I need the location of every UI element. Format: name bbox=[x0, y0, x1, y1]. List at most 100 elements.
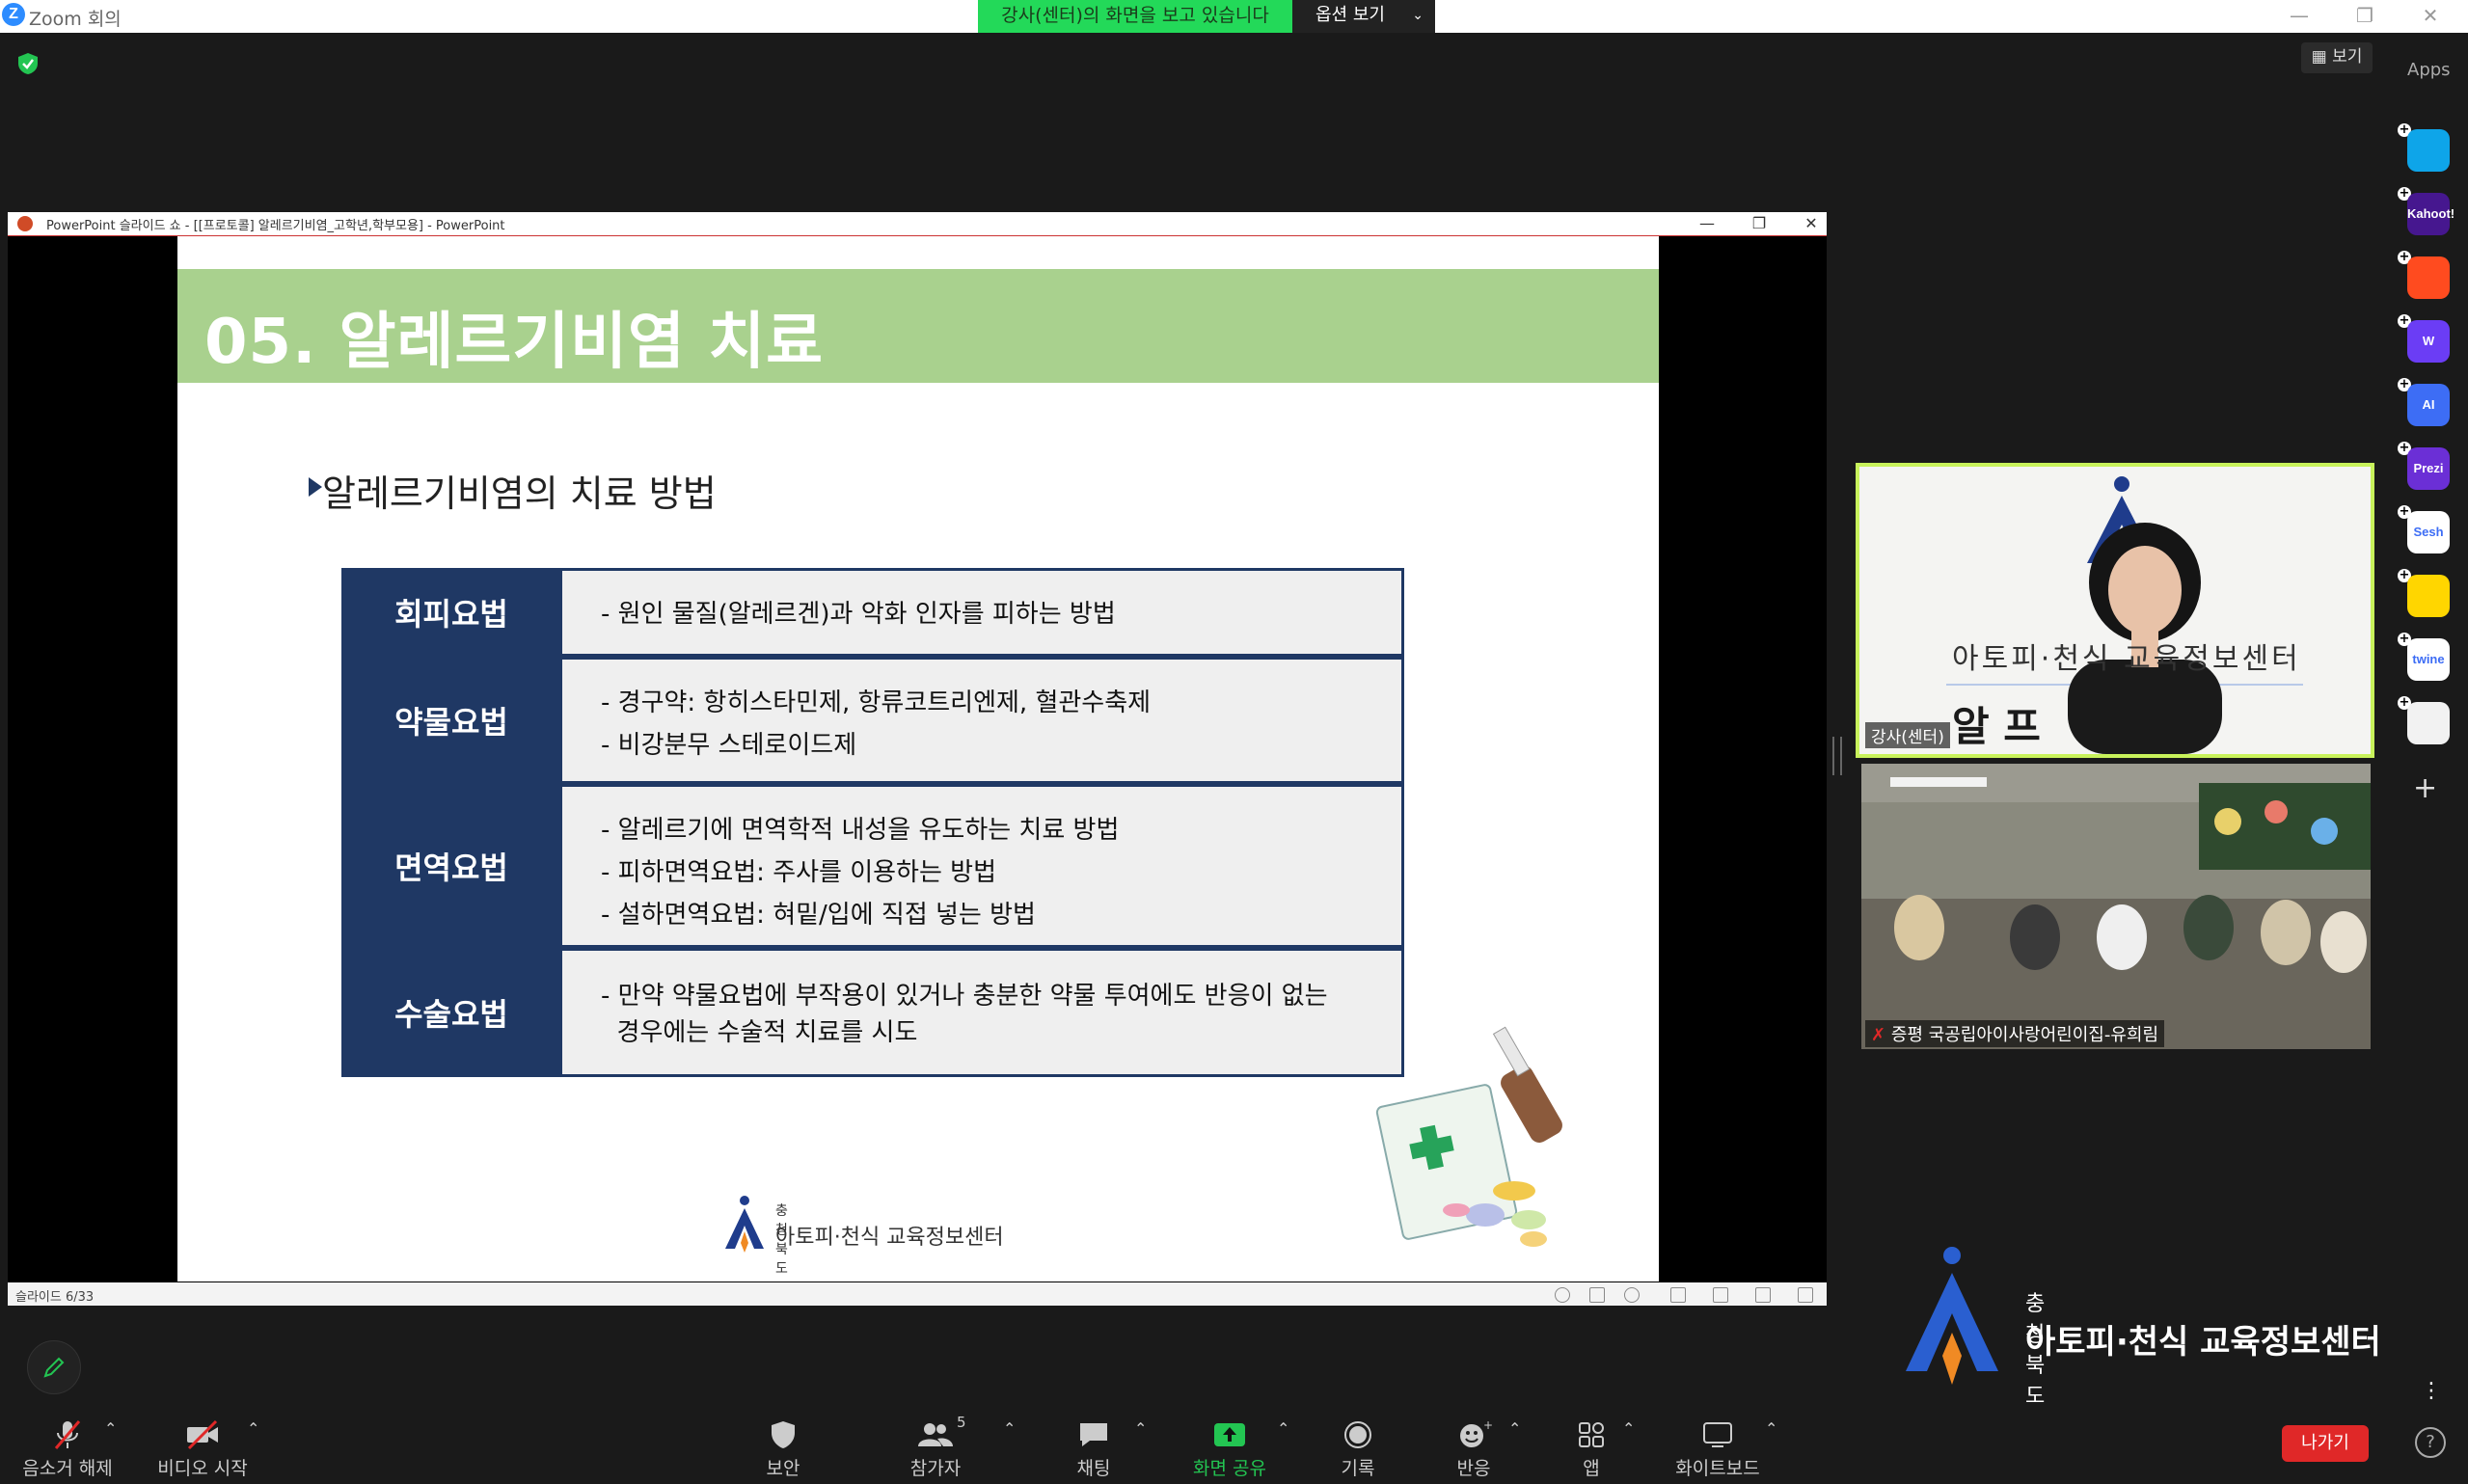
video-options-caret[interactable]: ⌃ bbox=[247, 1419, 259, 1438]
muted-mic-icon bbox=[54, 1420, 81, 1449]
start-video-label: 비디오 시작 bbox=[157, 1458, 248, 1479]
record-label: 기록 bbox=[1341, 1458, 1375, 1479]
powerpoint-title: PowerPoint 슬라이드 쇼 - [[프로토콜] 알레르기비염_고학년,학… bbox=[46, 219, 505, 233]
chat-button[interactable]: 채팅 bbox=[1045, 1404, 1142, 1484]
unmute-button[interactable]: 음소거 해제 bbox=[10, 1404, 125, 1484]
view-button-label: 보기 bbox=[2332, 47, 2363, 67]
app-icon-apps[interactable] bbox=[2407, 702, 2450, 744]
center-logo-icon bbox=[1906, 1247, 1998, 1385]
meeting-toolbar: 음소거 해제 ⌃ 비디오 시작 ⌃ 보안 5 참가자 ⌃ 채팅 ⌃ 화면 공유 … bbox=[0, 1404, 2468, 1484]
annotate-button[interactable] bbox=[27, 1340, 81, 1394]
whiteboard-button[interactable]: 화이트보드 bbox=[1665, 1404, 1771, 1484]
chat-icon bbox=[1080, 1423, 1107, 1446]
app-icon-prezi[interactable]: Prezi bbox=[2407, 447, 2450, 490]
participant-name: 증평 국공립아이사랑어린이집-유희림 bbox=[1890, 1025, 2159, 1045]
whiteboard-icon bbox=[1703, 1422, 1732, 1447]
restore-button[interactable]: ❐ bbox=[2346, 2, 2384, 29]
reactions-button[interactable]: + 반응 bbox=[1425, 1404, 1522, 1484]
apps-button[interactable]: 앱 bbox=[1543, 1404, 1640, 1484]
help-icon[interactable]: ? bbox=[2415, 1427, 2446, 1458]
muted-mic-icon: ✗ bbox=[1871, 1025, 1886, 1045]
share-screen-icon bbox=[1214, 1423, 1245, 1446]
ppt-minimize-button[interactable]: — bbox=[1694, 213, 1721, 234]
ppt-restore-button[interactable]: ❐ bbox=[1746, 213, 1773, 234]
view-options-button[interactable]: 옵션 보기 ⌄ bbox=[1292, 0, 1435, 33]
reactions-label: 반응 bbox=[1456, 1458, 1491, 1479]
close-button[interactable]: ✕ bbox=[2411, 2, 2450, 29]
start-video-button[interactable]: 비디오 시작 bbox=[145, 1404, 260, 1484]
grid-icon: ▦ bbox=[2311, 47, 2327, 67]
row-content: - 만약 약물요법에 부작용이 있거나 충분한 약물 투여에도 반응이 없는 경… bbox=[562, 951, 1401, 1074]
leave-button[interactable]: 나가기 bbox=[2282, 1425, 2369, 1462]
minimize-button[interactable]: — bbox=[2280, 2, 2319, 29]
app-icon-ai[interactable]: AI bbox=[2407, 384, 2450, 426]
apps-icon bbox=[1579, 1422, 1604, 1447]
participants-icon bbox=[918, 1423, 953, 1446]
row-line: 경우에는 수술적 치료를 시도 bbox=[601, 1018, 918, 1047]
app-title: Zoom 회의 bbox=[29, 9, 122, 30]
pen-icon bbox=[43, 1357, 65, 1378]
share-screen-label: 화면 공유 bbox=[1193, 1458, 1266, 1479]
row-line: - 만약 약물요법에 부작용이 있거나 충분한 약물 투여에도 반응이 없는 bbox=[601, 982, 1328, 1011]
slide-title: 05. 알레르기비염 치료 bbox=[204, 307, 824, 378]
slideshow-icon[interactable] bbox=[1798, 1287, 1813, 1303]
center-logo-icon bbox=[725, 1196, 764, 1253]
accessibility-icon[interactable] bbox=[1555, 1287, 1570, 1303]
app-icon-twine[interactable]: twine bbox=[2407, 638, 2450, 681]
powerpoint-window: PowerPoint 슬라이드 쇼 - [[프로토콜] 알레르기비염_고학년,학… bbox=[8, 212, 1827, 1306]
share-options-caret[interactable]: ⌃ bbox=[1277, 1419, 1289, 1438]
view-options-label: 옵션 보기 bbox=[1315, 5, 1385, 25]
participants-options-caret[interactable]: ⌃ bbox=[1003, 1419, 1016, 1438]
row-content: - 경구약: 항히스타민제, 항류코트리엔제, 혈관수축제 - 비강분무 스테로… bbox=[562, 660, 1401, 781]
medicine-illustration bbox=[1375, 1026, 1562, 1247]
add-app-button[interactable]: + bbox=[2413, 771, 2437, 805]
row-line: - 설하면역요법: 혀밑/입에 직접 넣는 방법 bbox=[601, 901, 1036, 930]
powerpoint-status-bar: 슬라이드 6/33 bbox=[8, 1282, 1827, 1306]
app-icon-wooclap[interactable]: W bbox=[2407, 320, 2450, 363]
normal-view-icon[interactable] bbox=[1670, 1287, 1686, 1303]
speaker-background-text: 아토피·천식 교육정보센터 bbox=[1952, 642, 2301, 676]
video-tile-speaker[interactable]: 아토피·천식 교육정보센터 알 프 강사(센터) bbox=[1856, 463, 2374, 758]
view-button[interactable]: ▦ 보기 bbox=[2301, 42, 2373, 73]
audio-options-caret[interactable]: ⌃ bbox=[104, 1419, 117, 1438]
row-label: 수술요법 bbox=[344, 951, 558, 1074]
speaker-background-text-2: 알 프 bbox=[1952, 703, 2041, 750]
apps-options-caret[interactable]: ⌃ bbox=[1622, 1419, 1635, 1438]
participants-label: 참가자 bbox=[909, 1458, 962, 1479]
app-icon-kahoot-[interactable]: Kahoot! bbox=[2407, 193, 2454, 235]
table-row: 회피요법 - 원인 물질(알레르겐)과 악화 인자를 피하는 방법 bbox=[344, 571, 1401, 654]
notes-icon[interactable] bbox=[1589, 1287, 1605, 1303]
whiteboard-label: 화이트보드 bbox=[1675, 1458, 1760, 1479]
row-line: - 원인 물질(알레르겐)과 악화 인자를 피하는 방법 bbox=[601, 600, 1116, 629]
app-icon-pitch[interactable] bbox=[2407, 129, 2450, 172]
security-button[interactable]: 보안 bbox=[735, 1404, 831, 1484]
app-icon-sesh[interactable]: Sesh bbox=[2407, 511, 2450, 553]
bullet-arrow-icon bbox=[309, 477, 322, 497]
table-row: 약물요법 - 경구약: 항히스타민제, 항류코트리엔제, 혈관수축제 - 비강분… bbox=[344, 660, 1401, 781]
slide-sorter-icon[interactable] bbox=[1713, 1287, 1728, 1303]
app-icon-mood[interactable] bbox=[2407, 575, 2450, 617]
participants-count: 5 bbox=[957, 1414, 966, 1431]
apps-label: 앱 bbox=[1583, 1458, 1600, 1479]
reactions-options-caret[interactable]: ⌃ bbox=[1508, 1419, 1521, 1438]
video-tile-participant[interactable]: ✗ 증평 국공립아이사랑어린이집-유희림 bbox=[1861, 764, 2371, 1049]
participants-button[interactable]: 5 참가자 bbox=[887, 1404, 984, 1484]
whiteboard-options-caret[interactable]: ⌃ bbox=[1765, 1419, 1777, 1438]
svg-text:+: + bbox=[1483, 1418, 1493, 1432]
chat-label: 채팅 bbox=[1076, 1458, 1111, 1479]
more-options-icon[interactable]: ⋮ bbox=[2421, 1379, 2442, 1403]
slide-counter: 슬라이드 6/33 bbox=[15, 1290, 95, 1305]
play-icon[interactable] bbox=[1624, 1287, 1640, 1303]
slide[interactable]: 05. 알레르기비염 치료 알레르기비염의 치료 방법 회피요법 - 원인 물질… bbox=[177, 236, 1659, 1282]
ppt-close-button[interactable]: ✕ bbox=[1798, 213, 1825, 234]
center-logo-name: 아토피·천식 교육정보센터 bbox=[2025, 1323, 2381, 1362]
app-icon-app[interactable] bbox=[2407, 256, 2450, 299]
encryption-shield-icon[interactable] bbox=[17, 52, 39, 75]
share-screen-button[interactable]: 화면 공유 bbox=[1177, 1404, 1283, 1484]
chat-options-caret[interactable]: ⌃ bbox=[1134, 1419, 1147, 1438]
reactions-icon: + bbox=[1460, 1418, 1493, 1447]
powerpoint-title-bar: PowerPoint 슬라이드 쇼 - [[프로토콜] 알레르기비염_고학년,학… bbox=[8, 212, 1827, 236]
reading-view-icon[interactable] bbox=[1755, 1287, 1771, 1303]
panel-splitter[interactable] bbox=[1832, 737, 1842, 775]
record-button[interactable]: 기록 bbox=[1310, 1404, 1406, 1484]
